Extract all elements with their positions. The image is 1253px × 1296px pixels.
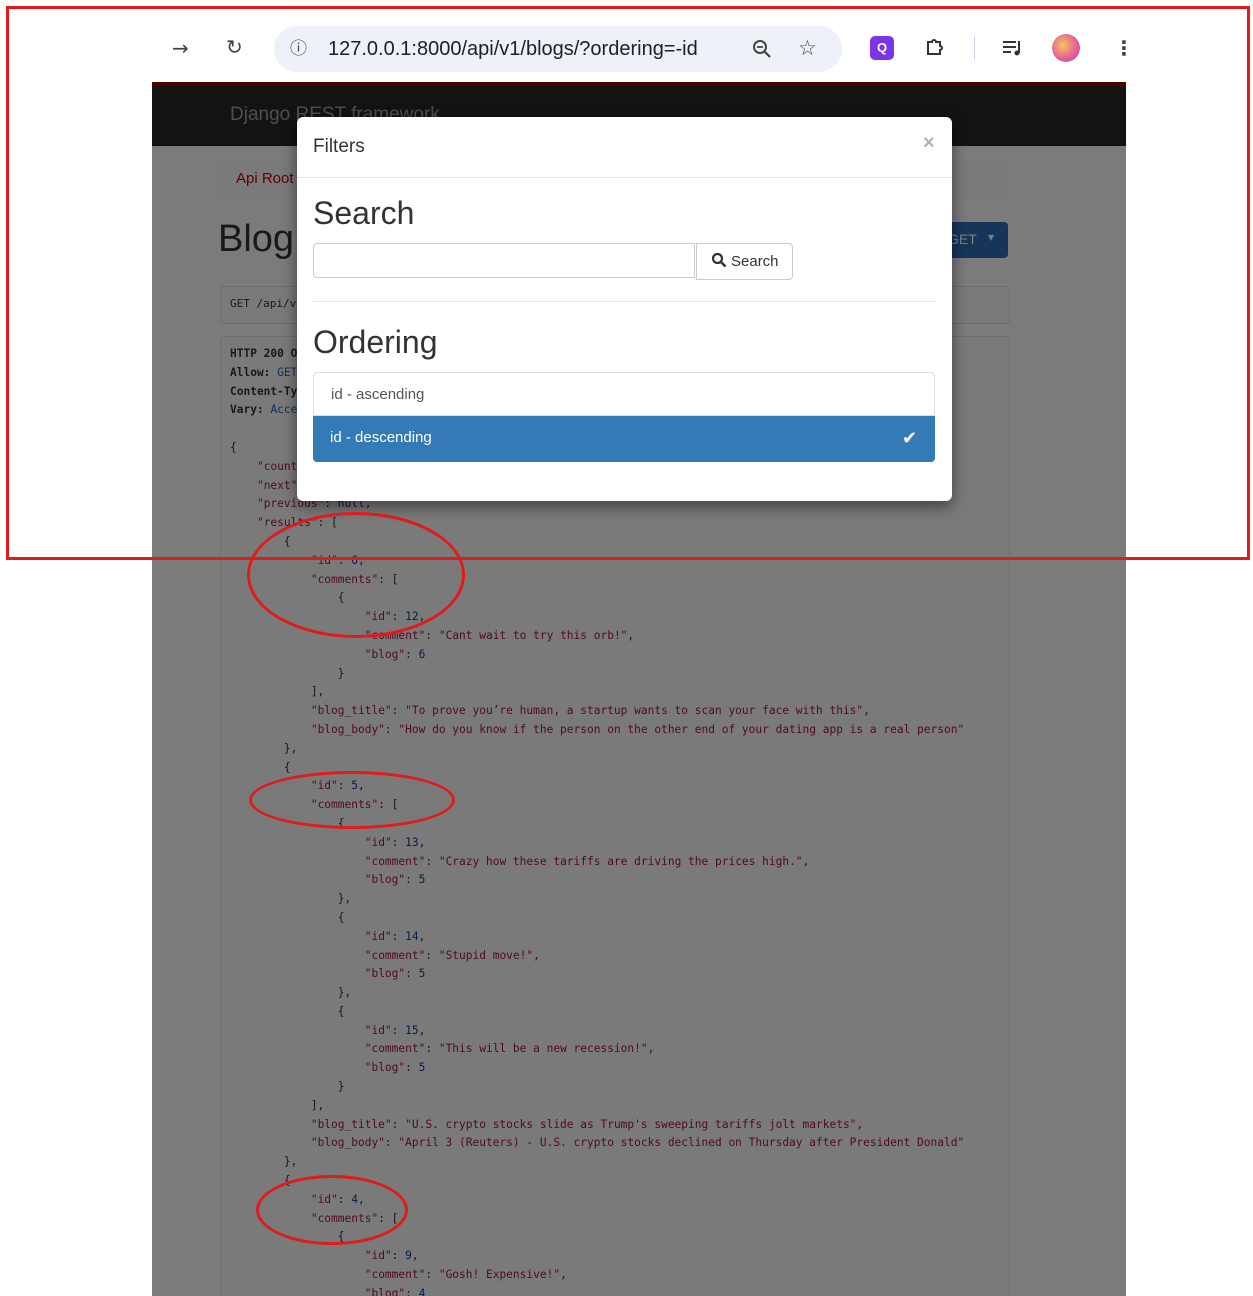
info-icon[interactable]: ⓘ bbox=[290, 39, 307, 59]
filters-modal: Filters × Search Search Ordering id - as… bbox=[297, 117, 952, 501]
profile-avatar-icon[interactable] bbox=[1052, 34, 1080, 62]
search-heading: Search bbox=[313, 195, 415, 231]
reload-icon[interactable]: ↻ bbox=[226, 37, 243, 57]
ordering-option-descending[interactable]: id - descending ✔ bbox=[313, 416, 935, 462]
modal-header: Filters × bbox=[297, 117, 952, 178]
divider bbox=[313, 301, 936, 302]
zoom-icon[interactable] bbox=[752, 39, 772, 62]
check-icon: ✔ bbox=[902, 428, 918, 449]
search-input[interactable] bbox=[313, 243, 695, 278]
extension-q-icon[interactable]: Q bbox=[870, 36, 894, 60]
modal-title: Filters bbox=[313, 136, 365, 157]
media-icon[interactable] bbox=[1002, 38, 1024, 61]
browser-window: → ↻ ⓘ 127.0.0.1:8000/api/v1/blogs/?order… bbox=[152, 18, 1126, 1296]
search-button-label[interactable]: Search bbox=[731, 253, 779, 270]
url-text[interactable]: 127.0.0.1:8000/api/v1/blogs/?ordering=-i… bbox=[328, 38, 698, 61]
ordering-heading: Ordering bbox=[313, 324, 438, 360]
search-button[interactable]: Search bbox=[696, 243, 793, 280]
drf-page: Django REST framework Api Root Blog GET … bbox=[152, 82, 1126, 1296]
arrow-forward-icon[interactable]: → bbox=[172, 38, 189, 58]
address-bar[interactable]: ⓘ 127.0.0.1:8000/api/v1/blogs/?ordering=… bbox=[274, 26, 842, 72]
toolbar-divider bbox=[974, 36, 975, 60]
puzzle-icon[interactable] bbox=[924, 36, 946, 61]
browser-toolbar: → ↻ ⓘ 127.0.0.1:8000/api/v1/blogs/?order… bbox=[152, 18, 1126, 83]
menu-icon[interactable]: ⋮ bbox=[1114, 38, 1126, 58]
search-icon bbox=[711, 252, 727, 268]
ordering-option-ascending[interactable]: id - ascending bbox=[313, 372, 935, 416]
close-icon[interactable]: × bbox=[923, 132, 935, 155]
ordering-option-label[interactable]: id - descending bbox=[330, 429, 432, 446]
ordering-option-label[interactable]: id - ascending bbox=[331, 386, 424, 403]
star-icon[interactable]: ☆ bbox=[798, 38, 817, 59]
